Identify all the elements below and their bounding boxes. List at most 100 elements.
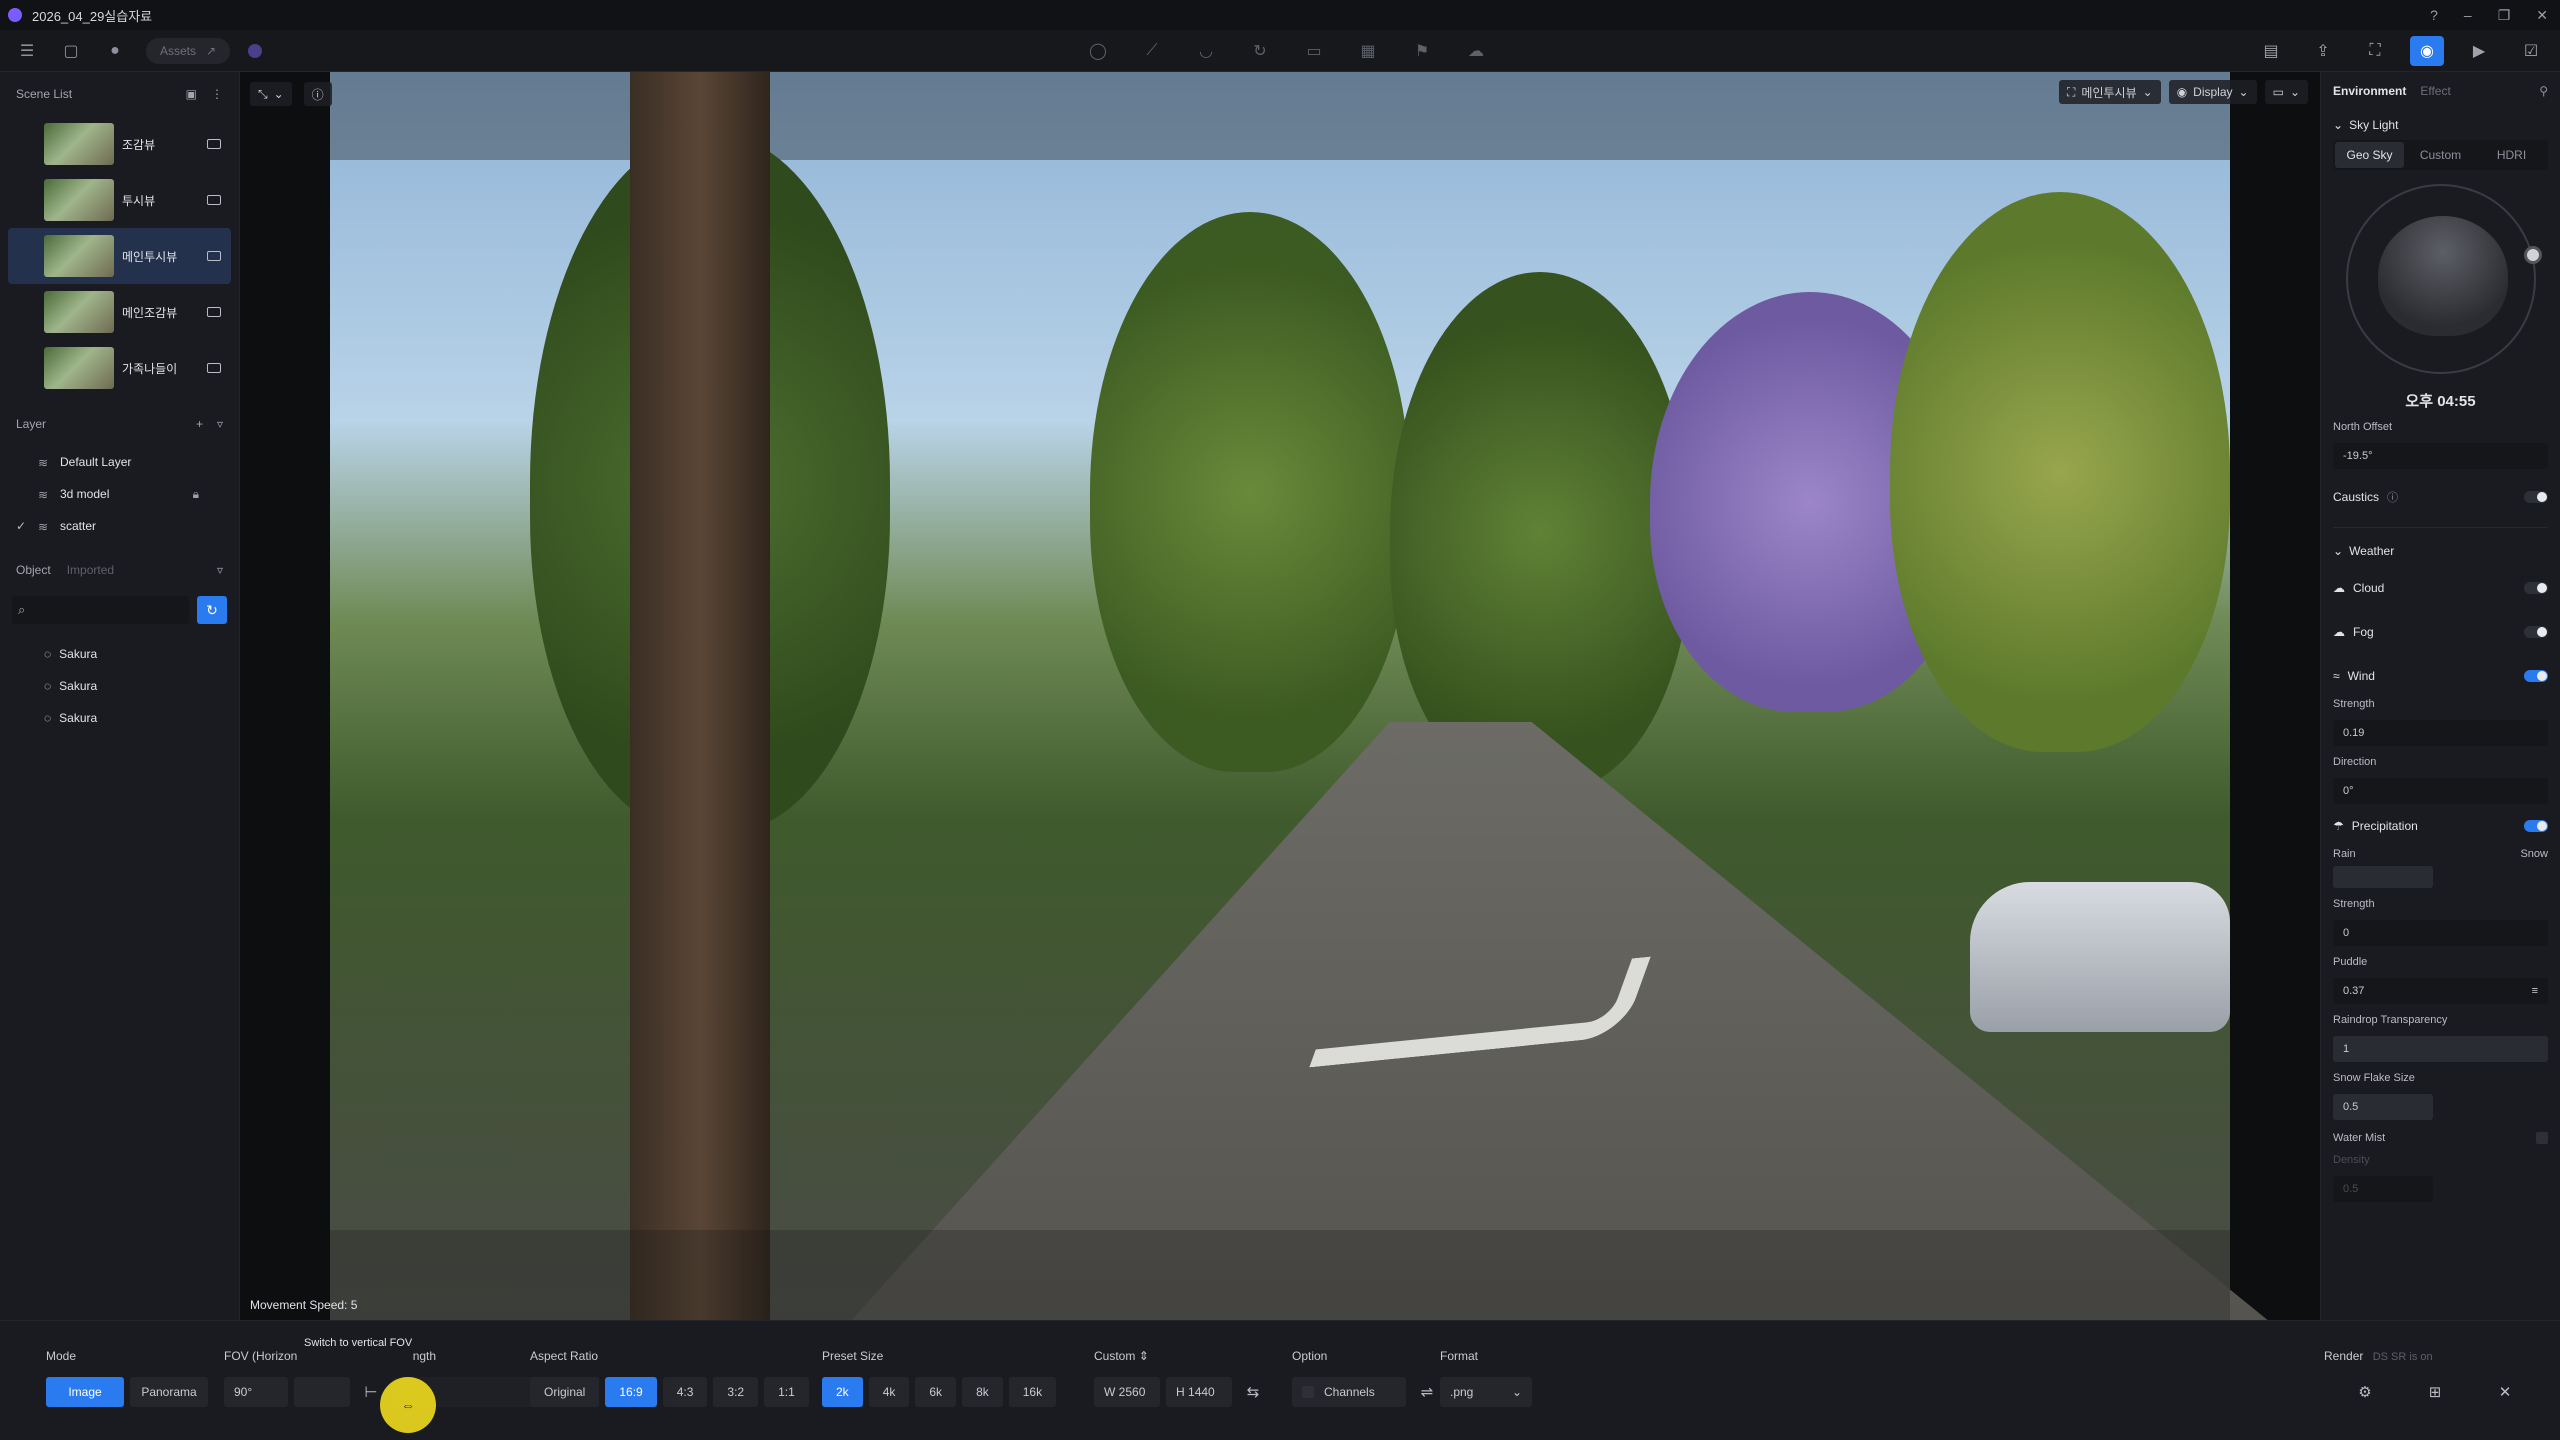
assets-button[interactable]: Assets ↗ <box>146 38 231 64</box>
weather-header[interactable]: ⌄ Weather <box>2333 536 2548 566</box>
rotate-tool-icon[interactable]: ↻ <box>1247 38 1273 64</box>
preset-6k-button[interactable]: 6k <box>915 1377 957 1407</box>
cloud-tool-icon[interactable]: ☁ <box>1463 38 1489 64</box>
tab-imported[interactable]: Imported <box>67 563 114 577</box>
flag-tool-icon[interactable]: ⚑ <box>1409 38 1435 64</box>
channels-option[interactable]: Channels <box>1292 1377 1406 1407</box>
sort-icon[interactable]: ⇕ <box>1139 1349 1149 1363</box>
plugin-icon[interactable] <box>248 44 263 58</box>
channels-checkbox[interactable] <box>1302 1386 1314 1398</box>
info-button[interactable]: ⓘ <box>303 82 332 106</box>
search-input[interactable]: ⌕ <box>12 596 189 624</box>
water-mist-checkbox[interactable] <box>2536 1132 2548 1144</box>
precipitation-toggle[interactable] <box>2524 820 2548 832</box>
preset-8k-button[interactable]: 8k <box>962 1377 1003 1407</box>
minimize-button[interactable]: – <box>2464 7 2472 23</box>
add-scene-icon[interactable]: ▣ <box>186 87 197 101</box>
video-tool-icon[interactable]: ▭ <box>1301 38 1327 64</box>
material-icon[interactable]: ▤ <box>2254 36 2288 66</box>
render-viewport[interactable]: ⤡ ⌄ ⓘ ⛶ 메인투시뷰 ⌄ ◉ Display ⌄ ▭ ⌄ Movement … <box>240 72 2320 1320</box>
raindrop-field[interactable]: 1 <box>2333 1036 2548 1062</box>
adjust-icon[interactable]: ≡ <box>2532 985 2538 997</box>
menu-icon[interactable]: ☰ <box>14 38 40 64</box>
object-item[interactable]: ◌ Sakura <box>0 638 239 670</box>
format-select[interactable]: .png ⌄ <box>1440 1377 1532 1407</box>
rain-snow-slider[interactable] <box>2333 866 2433 888</box>
fov-slider[interactable] <box>294 1377 350 1407</box>
layer-item[interactable]: ≋ Default Layer <box>0 446 239 478</box>
aspect-4-3-button[interactable]: 4:3 <box>662 1377 708 1407</box>
aspect-3-2-button[interactable]: 3:2 <box>713 1377 759 1407</box>
camera-mode-icon[interactable]: ◉ <box>2410 36 2444 66</box>
screen-dropdown[interactable]: ▭ ⌄ <box>2264 80 2308 104</box>
puddle-field[interactable]: 0.37 ≡ <box>2333 978 2548 1004</box>
camera-icon[interactable] <box>207 307 221 317</box>
width-input[interactable]: W 2560 <box>1094 1377 1160 1407</box>
preset-4k-button[interactable]: 4k <box>868 1377 910 1407</box>
render-queue-icon[interactable]: ☑ <box>2514 36 2548 66</box>
file-icon[interactable]: ▢ <box>58 38 84 64</box>
height-input[interactable]: H 1440 <box>1166 1377 1232 1407</box>
scene-item[interactable]: 조감뷰 <box>8 116 231 172</box>
scene-item[interactable]: 가족나들이 <box>8 340 231 396</box>
preset-16k-button[interactable]: 16k <box>1008 1377 1057 1407</box>
switch-fov-button[interactable]: ⇔ <box>380 1377 436 1433</box>
preset-2k-button[interactable]: 2k <box>822 1377 863 1407</box>
camera-icon[interactable] <box>207 139 221 149</box>
render-settings-icon[interactable]: ⚙ <box>2350 1377 2380 1407</box>
add-layer-icon[interactable]: + <box>196 417 203 431</box>
mode-image-button[interactable]: Image <box>46 1377 124 1407</box>
cloud-toggle[interactable] <box>2524 582 2548 594</box>
camera-icon[interactable] <box>207 251 221 261</box>
north-offset-field[interactable]: -19.5° <box>2333 443 2548 469</box>
more-icon[interactable]: ⋮ <box>211 87 223 101</box>
refresh-button[interactable]: ↻ <box>197 596 227 624</box>
lock-icon[interactable]: 🔒︎ <box>193 487 199 502</box>
export-icon[interactable]: ⇪ <box>2306 36 2340 66</box>
wind-strength-field[interactable]: 0.19 <box>2333 720 2548 746</box>
restore-button[interactable]: ❐ <box>2498 7 2511 24</box>
sky-mode-hdri[interactable]: HDRI <box>2477 142 2546 168</box>
direction-field[interactable]: 0° <box>2333 778 2548 804</box>
swap-icon[interactable]: ⇆ <box>1238 1377 1268 1407</box>
video-mode-icon[interactable]: ▶ <box>2462 36 2496 66</box>
fog-toggle[interactable] <box>2524 626 2548 638</box>
filter-icon[interactable]: ▿ <box>217 563 223 577</box>
pin-tool-icon[interactable]: ◯ <box>1085 38 1111 64</box>
help-icon[interactable]: ⓘ <box>2387 489 2398 505</box>
filter-icon[interactable]: ▿ <box>217 417 223 431</box>
mode-panorama-button[interactable]: Panorama <box>130 1377 208 1407</box>
render-queue-button[interactable]: ⊞ <box>2420 1377 2450 1407</box>
sky-mode-geo[interactable]: Geo Sky <box>2335 142 2404 168</box>
camera-dropdown[interactable]: ⛶ 메인투시뷰 ⌄ <box>2059 80 2161 104</box>
wind-toggle[interactable] <box>2524 670 2548 682</box>
help-icon[interactable]: ? <box>2430 7 2438 23</box>
channels-settings-icon[interactable]: ⇌ <box>1412 1377 1442 1407</box>
sky-mode-custom[interactable]: Custom <box>2406 142 2475 168</box>
object-item[interactable]: ◌ Sakura <box>0 670 239 702</box>
brush-tool-icon[interactable]: ◡ <box>1193 38 1219 64</box>
close-button[interactable]: ✕ <box>2536 7 2548 24</box>
aspect-16-9-button[interactable]: 16:9 <box>605 1377 657 1407</box>
scene-item-active[interactable]: 메인투시뷰 <box>8 228 231 284</box>
snowflake-field[interactable]: 0.5 <box>2333 1094 2433 1120</box>
tab-object[interactable]: Object <box>16 563 51 577</box>
fov-input[interactable]: 90° <box>224 1377 288 1407</box>
grid-tool-icon[interactable]: ▦ <box>1355 38 1381 64</box>
object-item[interactable]: ◌ Sakura <box>0 702 239 734</box>
close-render-icon[interactable]: ✕ <box>2490 1377 2520 1407</box>
sun-handle[interactable] <box>2523 246 2542 264</box>
path-tool-icon[interactable]: ⟋ <box>1139 38 1165 64</box>
aspect-original-button[interactable]: Original <box>530 1377 600 1407</box>
pin-icon[interactable]: ⚲ <box>2539 84 2548 98</box>
scene-item[interactable]: 메인조감뷰 <box>8 284 231 340</box>
package-icon[interactable]: ⛶ <box>2358 36 2392 66</box>
scene-item[interactable]: 투시뷰 <box>8 172 231 228</box>
globe-icon[interactable]: ● <box>102 38 128 64</box>
layer-item[interactable]: ✓ ≋ scatter <box>0 510 239 542</box>
sun-position-dial[interactable] <box>2345 184 2542 374</box>
precip-strength-field[interactable]: 0 <box>2333 920 2548 946</box>
sky-light-header[interactable]: ⌄ Sky Light <box>2333 110 2548 140</box>
caustics-toggle[interactable] <box>2524 491 2548 503</box>
tab-environment[interactable]: Environment <box>2333 84 2406 98</box>
